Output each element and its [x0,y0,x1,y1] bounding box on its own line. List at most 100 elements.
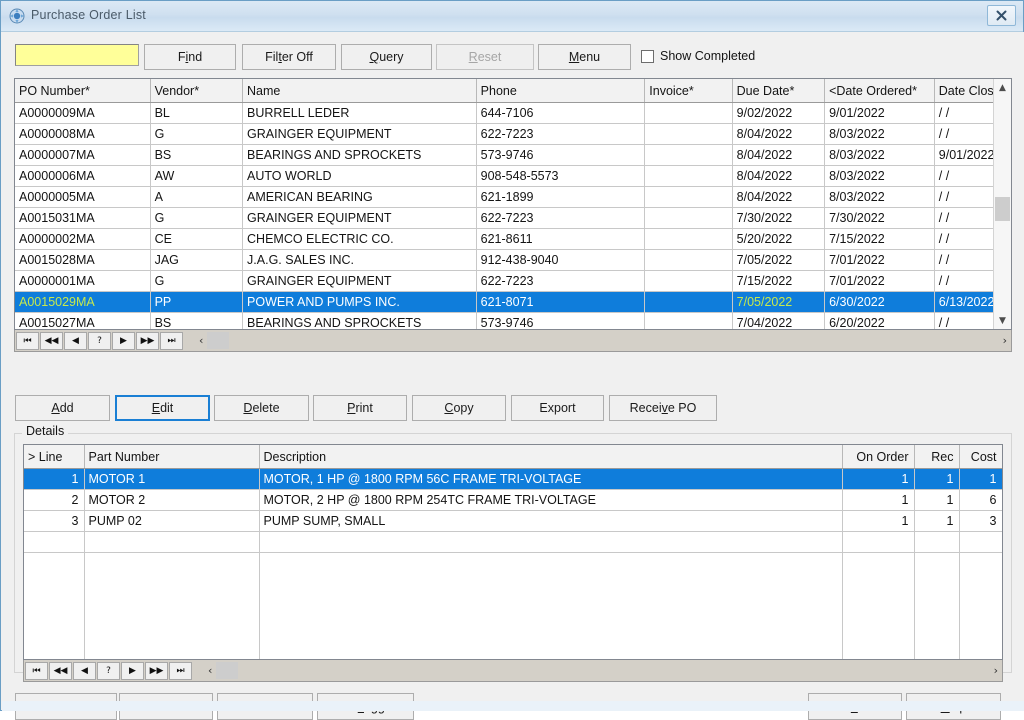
cell-date-ordered: 7/15/2022 [824,228,935,250]
scroll-up-icon[interactable]: ▲ [994,79,1011,96]
cell-rec: 1 [914,489,960,511]
po-horizontal-scrollbar[interactable]: ‹ › [195,331,1011,351]
cell-empty [259,633,843,653]
det-nav-prev-button[interactable]: ◀ [73,661,96,680]
table-row[interactable]: A0000005MA A AMERICAN BEARING 621-1899 8/04/… [15,186,1011,208]
table-row[interactable]: A0000008MA G GRAINGER EQUIPMENT 622-7223 8/0… [15,123,1011,145]
det-nav-next-page-button[interactable]: ▶▶ [145,661,168,680]
cell-empty [259,593,843,613]
cell-part-number: PUMP 02 [84,510,260,532]
nav-prev-page-button[interactable]: ◀◀ [40,331,63,350]
det-nav-first-button[interactable]: ⏮ [25,661,48,680]
column-header-description[interactable]: Description [259,445,843,469]
reset-button[interactable]: Reset [436,44,534,70]
table-row[interactable]: A0000001MA G GRAINGER EQUIPMENT 622-7223 7/1… [15,270,1011,292]
show-completed-checkbox[interactable]: Show Completed [641,49,755,63]
purchase-order-grid[interactable]: PO Number* Vendor* Name Phone Invoice* D… [14,78,1012,330]
det-hscroll-thumb[interactable] [216,662,239,679]
table-row[interactable]: A0000007MA BS BEARINGS AND SPROCKETS 573-97… [15,144,1011,166]
det-nav-help-button[interactable]: ? [97,661,120,680]
table-filler-row [24,593,1002,613]
receive-accel: v [661,401,668,415]
table-row[interactable]: 2 MOTOR 2 MOTOR, 2 HP @ 1800 RPM 254TC FRA… [24,489,1002,511]
cell-empty [959,573,1002,593]
close-window-button[interactable] [987,5,1016,26]
table-row[interactable]: A0015031MA G GRAINGER EQUIPMENT 622-7223 7/3… [15,207,1011,229]
po-add-button[interactable]: Add [15,395,110,421]
cell-date-ordered: 7/30/2022 [824,207,935,229]
po-delete-button[interactable]: Delete [214,395,309,421]
edit-accel: E [151,401,161,415]
table-row[interactable]: A0015027MA BS BEARINGS AND SPROCKETS 573-97… [15,312,1011,329]
cell-name: BURRELL LEDER [242,102,477,124]
cell-part-number: MOTOR 1 [84,468,260,490]
det-scroll-left-icon[interactable]: ‹ [204,664,216,677]
window-bottom-strip [2,701,1024,711]
cell-po-number: A0000006MA [15,165,151,187]
column-header-due-date[interactable]: Due Date* [732,79,826,103]
po-copy-button[interactable]: Copy [412,395,506,421]
po-print-button[interactable]: Print [313,395,407,421]
cell-due-date: 8/04/2022 [732,165,826,187]
det-nav-next-button[interactable]: ▶ [121,661,144,680]
cell-phone: 621-1899 [476,186,646,208]
cell-empty [914,531,960,553]
table-row[interactable]: 3 PUMP 02 PUMP SUMP, SMALL 1 1 3 [24,510,1002,532]
table-row[interactable]: 1 MOTOR 1 MOTOR, 1 HP @ 1800 RPM 56C FRAME… [24,468,1002,490]
table-filler-row [24,653,1002,659]
table-row[interactable]: A0000002MA CE CHEMCO ELECTRIC CO. 621-8611 5… [15,228,1011,250]
table-row[interactable]: A0015028MA JAG J.A.G. SALES INC. 912-438-90… [15,249,1011,271]
table-row[interactable]: A0000009MA BL BURRELL LEDER 644-7106 9/02/20… [15,102,1011,124]
column-header-name[interactable]: Name [242,79,477,103]
po-hscroll-thumb[interactable] [207,332,230,349]
cell-po-number: A0015029MA [15,291,151,313]
cell-invoice [644,270,733,292]
scroll-right-icon[interactable]: › [999,334,1011,347]
details-header-row: > Line Part Number Description On Order … [24,445,1002,469]
cell-description: MOTOR, 1 HP @ 1800 RPM 56C FRAME TRI-VOL… [259,468,843,490]
table-row[interactable]: A0015029MA PP POWER AND PUMPS INC. 621-8071… [15,291,1011,313]
det-scroll-right-icon[interactable]: › [990,664,1002,677]
nav-first-button[interactable]: ⏮ [16,331,39,350]
cell-phone: 621-8611 [476,228,646,250]
table-row[interactable]: A0000006MA AW AUTO WORLD 908-548-5573 8/04/2… [15,165,1011,187]
filter-off-button[interactable]: Filter Off [242,44,336,70]
column-header-rec[interactable]: Rec [914,445,960,469]
column-header-phone[interactable]: Phone [476,79,646,103]
po-scroll-thumb[interactable] [995,197,1010,221]
cell-rec: 1 [914,468,960,490]
column-header-po-number[interactable]: PO Number* [15,79,151,103]
table-filler-row [24,552,1002,573]
column-header-on-order[interactable]: On Order [842,445,915,469]
details-horizontal-scrollbar[interactable]: ‹ › [204,661,1002,681]
receive-po-button[interactable]: Receive PO [609,395,717,421]
po-edit-button[interactable]: Edit [115,395,210,421]
nav-next-page-button[interactable]: ▶▶ [136,331,159,350]
menu-button[interactable]: Menu [538,44,631,70]
column-header-part-number[interactable]: Part Number [84,445,260,469]
det-nav-prev-page-button[interactable]: ◀◀ [49,661,72,680]
nav-prev-button[interactable]: ◀ [64,331,87,350]
query-button[interactable]: Query [341,44,432,70]
nav-help-button[interactable]: ? [88,331,111,350]
app-icon [9,8,25,24]
column-header-cost[interactable]: Cost [959,445,1002,469]
cell-po-number: A0000007MA [15,144,151,166]
nav-next-button[interactable]: ▶ [112,331,135,350]
column-header-invoice[interactable]: Invoice* [644,79,733,103]
cell-empty [259,552,843,573]
column-header-line[interactable]: > Line [24,445,85,469]
find-button[interactable]: Find [144,44,236,70]
det-nav-last-button[interactable]: ⏭ [169,661,192,680]
scroll-left-icon[interactable]: ‹ [195,334,207,347]
nav-last-button[interactable]: ⏭ [160,331,183,350]
scroll-down-icon[interactable]: ▼ [994,312,1011,329]
search-input[interactable] [15,44,139,66]
details-grid[interactable]: > Line Part Number Description On Order … [23,444,1003,660]
po-export-button[interactable]: Export [511,395,604,421]
column-header-vendor[interactable]: Vendor* [150,79,244,103]
cell-invoice [644,228,733,250]
cell-on-order: 1 [842,510,915,532]
po-grid-vertical-scrollbar[interactable]: ▲ ▼ [993,79,1011,329]
column-header-date-ordered[interactable]: <Date Ordered* [824,79,935,103]
